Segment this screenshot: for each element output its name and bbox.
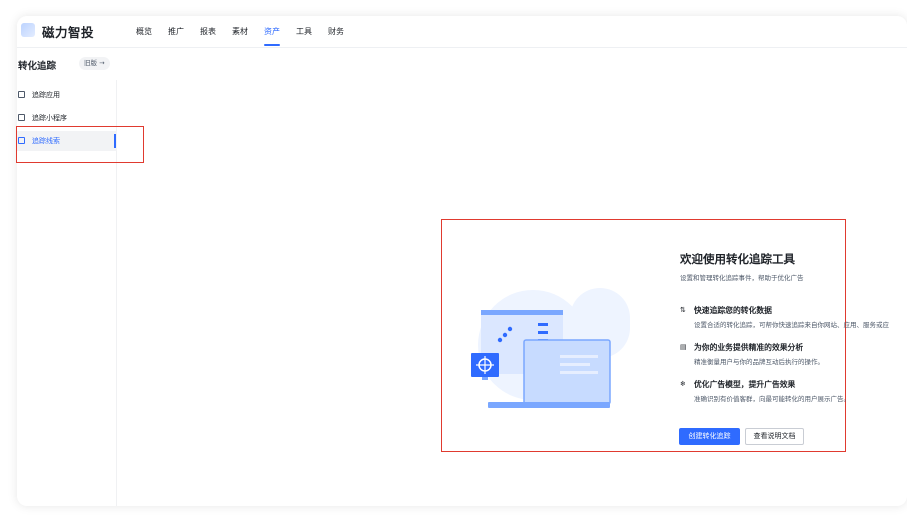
sidebar: 追踪应用 追踪小程序 追踪线索 [17,80,117,506]
image-icon [18,91,25,98]
nav-item-assets[interactable]: 资产 [256,16,288,48]
sidebar-item-track-mini-program[interactable]: 追踪小程序 [17,108,117,128]
sidebar-item-label: 追踪线索 [32,137,60,145]
analysis-icon: ▤ [680,343,687,351]
lead-icon [18,137,25,144]
optimize-icon: ❄ [680,380,686,388]
nav-item-tools[interactable]: 工具 [288,16,320,48]
active-indicator [114,134,116,148]
feature-description: 准确识别有价值客群，向最可能转化的用户展示广告。 [694,395,850,403]
top-navigation-bar: 磁力智投 概览 推广 报表 素材 资产 工具 财务 [17,16,907,48]
nav-item-overview[interactable]: 概览 [128,16,160,48]
sidebar-item-label: 追踪小程序 [32,114,67,122]
sidebar-item-track-app[interactable]: 追踪应用 [17,85,117,105]
page-title: 转化追踪 [18,61,57,72]
create-conversion-tracking-button[interactable]: 创建转化追踪 [679,428,740,445]
nav-item-promotion[interactable]: 推广 [160,16,192,48]
brand-logo-icon [21,23,35,37]
feature-title: 优化广告模型，提升广告效果 [694,380,796,389]
nav-item-reports[interactable]: 报表 [192,16,224,48]
view-docs-button[interactable]: 查看说明文档 [745,428,804,445]
feature-description: 精准衡量用户与你的品牌互动后执行的操作。 [694,358,824,366]
main-nav: 概览 推广 报表 素材 资产 工具 财务 [128,16,352,48]
feature-description: 设置合适的转化追踪，可帮你快速追踪来自你网站、应用、服务或应 [694,321,889,329]
sidebar-item-label: 追踪应用 [32,91,60,99]
feature-title: 为你的业务提供精准的效果分析 [694,343,804,352]
welcome-title: 欢迎使用转化追踪工具 [680,252,795,266]
old-version-button[interactable]: 旧版 → [79,57,110,70]
feature-title: 快速追踪您的转化数据 [694,306,772,315]
welcome-subtitle: 设置和管理转化追踪事件，帮助于优化广告 [680,274,804,282]
nav-item-materials[interactable]: 素材 [224,16,256,48]
sidebar-item-track-leads[interactable]: 追踪线索 [17,131,117,151]
mini-program-icon [18,114,25,121]
nav-item-finance[interactable]: 财务 [320,16,352,48]
brand-name[interactable]: 磁力智投 [42,22,94,41]
data-track-icon: ⇅ [680,306,686,314]
conversion-illustration [471,288,630,408]
